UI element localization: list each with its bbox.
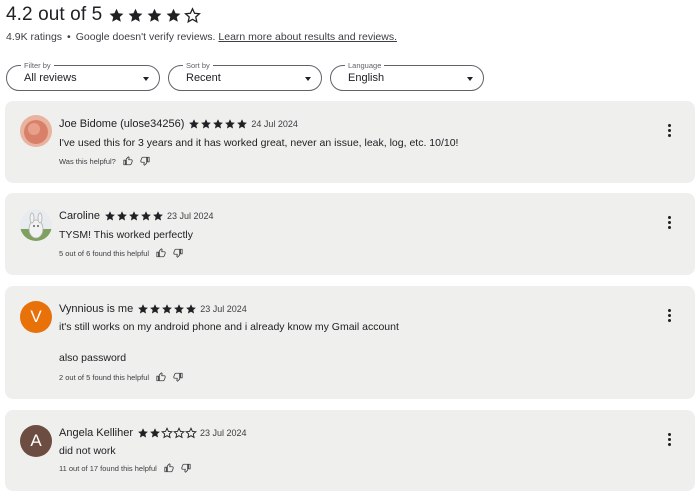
- thumbs-up-icon[interactable]: [164, 463, 174, 473]
- helpful-text: 5 out of 6 found this helpful: [59, 248, 150, 258]
- star-full-icon: [147, 8, 162, 22]
- star-empty-icon: [185, 427, 197, 439]
- avatar: [20, 209, 52, 241]
- review-header: Vynnious is me 23 Jul 2024: [59, 303, 247, 315]
- filter-by-select[interactable]: Filter by All reviews: [6, 61, 160, 91]
- review-text: I've used this for 3 years and it has wo…: [59, 137, 459, 149]
- avatar-letter: V: [30, 307, 42, 326]
- reviewer-name: Joe Bidome (ulose34256): [59, 118, 185, 130]
- thumbs-down-icon[interactable]: [173, 372, 183, 382]
- star-full-icon: [109, 8, 124, 22]
- star-full-icon: [128, 8, 143, 22]
- caret-down-icon: [467, 77, 473, 81]
- sort-by-select[interactable]: Sort by Recent: [168, 61, 322, 91]
- review-stars: [137, 427, 197, 439]
- star-full-icon: [189, 119, 200, 129]
- review-stars: [137, 303, 197, 315]
- star-full-icon: [166, 8, 181, 22]
- reviewer-name: Angela Kelliher: [59, 427, 133, 439]
- star-full-icon: [162, 304, 173, 314]
- review-text: TYSM! This worked perfectly: [59, 229, 194, 241]
- more-options-button[interactable]: [667, 433, 671, 446]
- helpful-text: Was this helpful?: [59, 156, 116, 166]
- star-empty-icon: [184, 6, 202, 23]
- thumbs-up-icon[interactable]: [123, 156, 133, 166]
- rating-summary: 4.2 out of 5: [6, 4, 202, 26]
- star-full-icon: [105, 211, 115, 221]
- review-date: 23 Jul 2024: [200, 304, 247, 314]
- star-full-icon: [129, 211, 139, 221]
- reviewer-name: Caroline: [59, 210, 100, 222]
- review-card: Caroline 23 Jul 2024 TYSM! This worked p…: [5, 193, 695, 275]
- star-full-icon: [174, 304, 185, 314]
- learn-more-link[interactable]: Learn more about results and reviews.: [218, 31, 397, 43]
- star-full-icon: [150, 304, 161, 314]
- star-full-icon: [141, 211, 151, 221]
- thumbs-down-icon[interactable]: [140, 156, 150, 166]
- ratings-count: 4.9K ratings: [6, 31, 63, 43]
- more-options-button[interactable]: [667, 124, 671, 137]
- star-full-icon: [201, 119, 212, 129]
- caret-down-icon: [143, 77, 149, 81]
- thumbs-down-icon[interactable]: [181, 463, 191, 473]
- sort-by-label: Sort by: [183, 61, 213, 70]
- star-full-icon: [153, 211, 163, 221]
- star-full-icon: [117, 211, 127, 221]
- thumbs-down-icon[interactable]: [173, 248, 183, 258]
- review-text: also password: [59, 352, 127, 364]
- helpful-text: 2 out of 5 found this helpful: [59, 372, 150, 382]
- avatar: A: [20, 425, 52, 457]
- filter-by-label: Filter by: [21, 61, 54, 70]
- review-header: Angela Kelliher 23 Jul 2024: [59, 427, 247, 439]
- review-header: Caroline 23 Jul 2024: [59, 210, 214, 222]
- star-empty-icon: [161, 427, 173, 439]
- star-empty-icon: [173, 427, 185, 439]
- meta-separator: •: [67, 31, 71, 43]
- reviewer-name: Vynnious is me: [59, 303, 134, 315]
- avatar: [20, 115, 52, 147]
- star-full-icon: [138, 304, 149, 314]
- thumbs-up-icon[interactable]: [156, 248, 166, 258]
- star-full-icon: [225, 119, 236, 129]
- rating-stars: [108, 6, 202, 24]
- review-stars: [188, 118, 248, 130]
- star-full-icon: [186, 304, 197, 314]
- more-options-button[interactable]: [667, 216, 671, 229]
- ratings-meta: 4.9K ratings • Google doesn't verify revie…: [6, 31, 397, 43]
- profile-photo-icon: [20, 115, 52, 147]
- sort-by-value: Recent: [186, 72, 221, 84]
- review-card: Joe Bidome (ulose34256) 24 Jul 2024 I've…: [5, 101, 695, 183]
- review-date: 24 Jul 2024: [251, 119, 298, 129]
- review-card: V Vynnious is me 23 Jul 2024 it's still …: [5, 286, 695, 399]
- avatar-letter: A: [30, 431, 42, 450]
- verify-notice: Google doesn't verify reviews.: [75, 31, 216, 43]
- star-full-icon: [237, 119, 248, 129]
- review-text: did not work: [59, 445, 116, 457]
- language-label: Language: [345, 61, 385, 70]
- star-full-icon: [213, 119, 224, 129]
- helpful-row: 5 out of 6 found this helpful: [59, 248, 183, 258]
- language-select[interactable]: Language English: [330, 61, 484, 91]
- helpful-text: 11 out of 17 found this helpful: [59, 463, 157, 473]
- rating-summary-text: 4.2 out of 5: [6, 4, 103, 25]
- star-full-icon: [150, 428, 160, 438]
- helpful-row: 2 out of 5 found this helpful: [59, 372, 183, 382]
- language-value: English: [348, 72, 385, 84]
- review-date: 23 Jul 2024: [200, 428, 247, 438]
- thumbs-up-icon[interactable]: [156, 372, 166, 382]
- more-options-button[interactable]: [667, 309, 671, 322]
- helpful-row: Was this helpful?: [59, 156, 150, 166]
- caret-down-icon: [305, 77, 311, 81]
- helpful-row: 11 out of 17 found this helpful: [59, 463, 191, 473]
- review-date: 23 Jul 2024: [166, 211, 214, 221]
- review-filters: Filter by All reviews Sort by Recent Lan…: [6, 61, 484, 91]
- review-header: Joe Bidome (ulose34256) 24 Jul 2024: [59, 118, 298, 130]
- review-stars: [104, 210, 164, 222]
- star-full-icon: [138, 428, 148, 438]
- avatar: V: [20, 301, 52, 333]
- filter-by-value: All reviews: [24, 72, 77, 84]
- profile-photo-icon: [20, 209, 52, 241]
- review-text: it's still works on my android phone and…: [59, 321, 399, 333]
- review-card: A Angela Kelliher 23 Jul 2024 did not wo…: [5, 410, 695, 491]
